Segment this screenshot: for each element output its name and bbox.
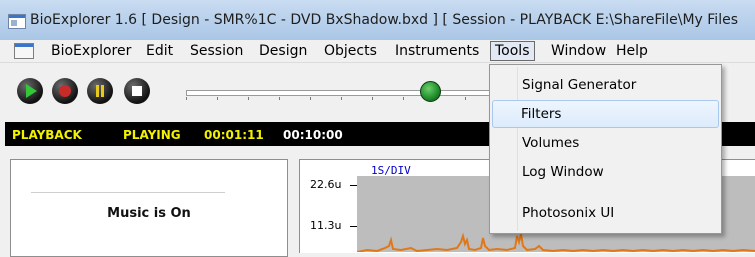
menu-edit[interactable]: Edit [146,43,173,59]
menu-item-label: Volumes [522,135,580,151]
record-button[interactable] [52,78,78,104]
title-bar: BioExplorer 1.6 [ Design - SMR%1C - DVD … [0,0,755,40]
record-icon [59,85,71,97]
window-title: BioExplorer 1.6 [ Design - SMR%1C - DVD … [30,12,738,28]
menu-item-signal-generator[interactable]: Signal Generator [492,71,717,97]
menu-item-label: Signal Generator [522,77,637,93]
playback-position-track[interactable] [186,90,498,96]
menu-item-log-window[interactable]: Log Window [492,158,717,184]
scope-y-tick-top [350,185,357,186]
stop-button[interactable] [124,78,150,104]
status-mode: PLAYBACK [12,128,82,142]
status-total: 00:10:00 [283,128,343,142]
menu-item-label: Filters [521,106,562,122]
menu-help[interactable]: Help [616,43,648,59]
menu-tools[interactable]: Tools [490,41,535,61]
menu-bioexplorer[interactable]: BioExplorer [51,43,131,59]
status-state: PLAYING [123,128,181,142]
music-panel: Music is On [10,159,288,257]
menu-item-label: Log Window [522,164,604,180]
system-menu-icon[interactable] [14,43,34,59]
pause-icon [95,85,105,97]
status-elapsed: 00:01:11 [204,128,264,142]
menu-item-filters[interactable]: Filters [492,100,719,128]
playback-position-thumb[interactable] [420,81,441,102]
menu-item-volumes[interactable]: Volumes [492,129,717,155]
menu-window[interactable]: Window [551,43,606,59]
play-button[interactable] [17,78,43,104]
pause-button[interactable] [87,78,113,104]
menu-session[interactable]: Session [190,43,243,59]
app-icon [8,14,26,29]
music-status-text: Music is On [107,206,191,221]
menu-bar: BioExplorer Edit Session Design Objects … [0,40,755,63]
menu-separator [31,192,225,194]
track-ticks [186,97,496,100]
tools-dropdown-menu: Signal Generator Filters Volumes Log Win… [489,64,722,234]
menu-item-photosonix-ui[interactable]: Photosonix UI [492,199,717,225]
play-icon [26,84,37,98]
menu-design[interactable]: Design [259,43,307,59]
menu-objects[interactable]: Objects [324,43,377,59]
menu-instruments[interactable]: Instruments [395,43,479,59]
scope-y-label-mid: 11.3u [310,219,342,232]
menu-item-label: Photosonix UI [522,205,615,221]
scope-y-tick-mid [350,226,357,227]
stop-icon [132,86,142,96]
scope-y-label-top: 22.6u [310,178,342,191]
